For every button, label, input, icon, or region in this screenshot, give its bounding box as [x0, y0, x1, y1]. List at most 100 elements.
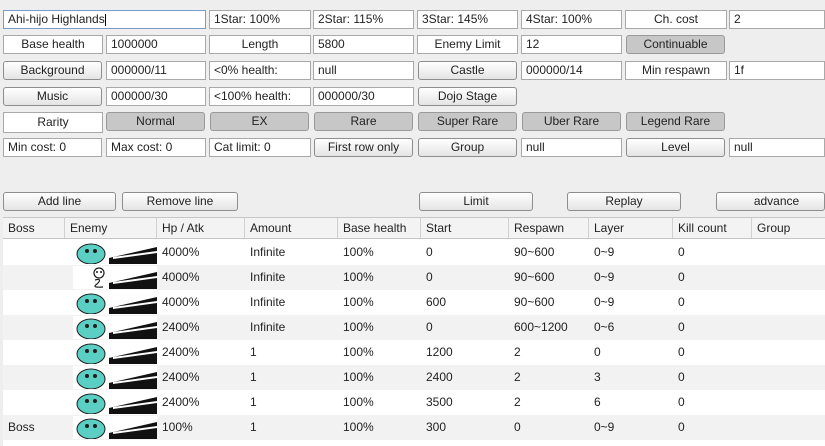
table-row[interactable]: 2400% 1 100% 2400 2 3 0	[3, 365, 825, 390]
amount-cell[interactable]: 1	[245, 340, 338, 365]
col-header-layer[interactable]: Layer	[589, 218, 673, 239]
background-field[interactable]: 000000/11	[106, 61, 206, 80]
base-health-cell[interactable]: 100%	[338, 365, 421, 390]
amount-cell[interactable]: Infinite	[245, 265, 338, 290]
remove-line-button[interactable]: Remove line	[122, 192, 238, 211]
boss-cell[interactable]	[3, 265, 65, 290]
health-0-field[interactable]: null	[313, 61, 414, 80]
respawn-cell[interactable]: 90~600	[509, 240, 589, 265]
base-health-cell[interactable]: 100%	[338, 390, 421, 415]
rarity-legend-rare-toggle[interactable]: Legend Rare	[626, 112, 725, 131]
boss-cell[interactable]	[3, 290, 65, 315]
col-header-group[interactable]: Group	[752, 218, 825, 239]
base-health-cell[interactable]: 100%	[338, 415, 421, 440]
start-cell[interactable]: 2400	[421, 365, 509, 390]
start-cell[interactable]: 300	[421, 415, 509, 440]
hp-atk-cell[interactable]: 4000%	[157, 265, 245, 290]
group-cell[interactable]	[752, 315, 825, 340]
col-header-start[interactable]: Start	[421, 218, 509, 239]
col-header-base-health[interactable]: Base health	[338, 218, 421, 239]
kill-count-cell[interactable]: 0	[673, 290, 752, 315]
hp-atk-cell[interactable]: 2400%	[157, 365, 245, 390]
start-cell[interactable]: 0	[421, 240, 509, 265]
music-field[interactable]: 000000/30	[106, 87, 206, 106]
layer-cell[interactable]: 0~9	[589, 240, 673, 265]
boss-cell[interactable]	[3, 390, 65, 415]
rarity-super-rare-toggle[interactable]: Super Rare	[418, 112, 517, 131]
layer-cell[interactable]: 0~6	[589, 315, 673, 340]
stage-name-input[interactable]: Ahi-hijo Highlands	[3, 10, 206, 29]
layer-cell[interactable]: 6	[589, 390, 673, 415]
amount-cell[interactable]: 1	[245, 365, 338, 390]
col-header-enemy[interactable]: Enemy	[65, 218, 157, 239]
col-header-boss[interactable]: Boss	[3, 218, 65, 239]
col-header-hp-atk[interactable]: Hp / Atk	[157, 218, 245, 239]
kill-count-cell[interactable]: 0	[673, 240, 752, 265]
continuable-toggle[interactable]: Continuable	[626, 35, 725, 54]
ch-cost-field[interactable]: 2	[729, 10, 825, 29]
level-field[interactable]: null	[729, 138, 825, 157]
layer-cell[interactable]: 3	[589, 365, 673, 390]
music-button[interactable]: Music	[3, 87, 102, 106]
base-health-cell[interactable]: 100%	[338, 315, 421, 340]
group-button[interactable]: Group	[418, 138, 517, 157]
replay-button[interactable]: Replay	[567, 192, 681, 211]
amount-cell[interactable]: 1	[245, 390, 338, 415]
layer-cell[interactable]: 0~9	[589, 290, 673, 315]
boss-cell[interactable]	[3, 240, 65, 265]
health-100-field[interactable]: 000000/30	[313, 87, 414, 106]
level-button[interactable]: Level	[626, 138, 725, 157]
respawn-cell[interactable]: 2	[509, 365, 589, 390]
kill-count-cell[interactable]: 0	[673, 340, 752, 365]
enemy-limit-field[interactable]: 12	[521, 35, 622, 54]
kill-count-cell[interactable]: 0	[673, 415, 752, 440]
group-cell[interactable]	[752, 340, 825, 365]
table-row[interactable]: 4000% Infinite 100% 0 90~600 0~9 0	[3, 265, 825, 290]
min-respawn-field[interactable]: 1f	[729, 61, 825, 80]
start-cell[interactable]: 1200	[421, 340, 509, 365]
table-row[interactable]: 2400% Infinite 100% 0 600~1200 0~6 0	[3, 315, 825, 340]
limit-button[interactable]: Limit	[419, 192, 533, 211]
col-header-respawn[interactable]: Respawn	[509, 218, 589, 239]
group-cell[interactable]	[752, 365, 825, 390]
kill-count-cell[interactable]: 0	[673, 265, 752, 290]
hp-atk-cell[interactable]: 2400%	[157, 340, 245, 365]
respawn-cell[interactable]: 2	[509, 390, 589, 415]
table-row[interactable]: 2400% 1 100% 3500 2 6 0	[3, 390, 825, 415]
table-row[interactable]: 2400% 1 100% 1200 2 0 0	[3, 340, 825, 365]
amount-cell[interactable]: Infinite	[245, 240, 338, 265]
group-cell[interactable]	[752, 265, 825, 290]
col-header-amount[interactable]: Amount	[245, 218, 338, 239]
hp-atk-cell[interactable]: 4000%	[157, 240, 245, 265]
hp-atk-cell[interactable]: 4000%	[157, 290, 245, 315]
group-cell[interactable]	[752, 390, 825, 415]
hp-atk-cell[interactable]: 100%	[157, 415, 245, 440]
add-line-button[interactable]: Add line	[3, 192, 116, 211]
layer-cell[interactable]: 0	[589, 340, 673, 365]
kill-count-cell[interactable]: 0	[673, 390, 752, 415]
respawn-cell[interactable]: 90~600	[509, 290, 589, 315]
base-health-cell[interactable]: 100%	[338, 340, 421, 365]
group-field[interactable]: null	[521, 138, 622, 157]
rarity-uber-rare-toggle[interactable]: Uber Rare	[522, 112, 621, 131]
kill-count-cell[interactable]: 0	[673, 365, 752, 390]
castle-field[interactable]: 000000/14	[521, 61, 622, 80]
start-cell[interactable]: 0	[421, 315, 509, 340]
base-health-field[interactable]: 1000000	[106, 35, 206, 54]
kill-count-cell[interactable]: 0	[673, 315, 752, 340]
boss-cell[interactable]	[3, 340, 65, 365]
rarity-normal-toggle[interactable]: Normal	[106, 112, 205, 131]
base-health-cell[interactable]: 100%	[338, 265, 421, 290]
group-cell[interactable]	[752, 415, 825, 440]
hp-atk-cell[interactable]: 2400%	[157, 390, 245, 415]
amount-cell[interactable]: Infinite	[245, 290, 338, 315]
boss-cell[interactable]	[3, 315, 65, 340]
col-header-kill-count[interactable]: Kill count	[673, 218, 752, 239]
base-health-cell[interactable]: 100%	[338, 290, 421, 315]
respawn-cell[interactable]: 600~1200	[509, 315, 589, 340]
first-row-only-button[interactable]: First row only	[314, 138, 413, 157]
boss-cell[interactable]: Boss	[3, 415, 65, 440]
castle-button[interactable]: Castle	[418, 61, 517, 80]
layer-cell[interactable]: 0~9	[589, 415, 673, 440]
base-health-cell[interactable]: 100%	[338, 240, 421, 265]
